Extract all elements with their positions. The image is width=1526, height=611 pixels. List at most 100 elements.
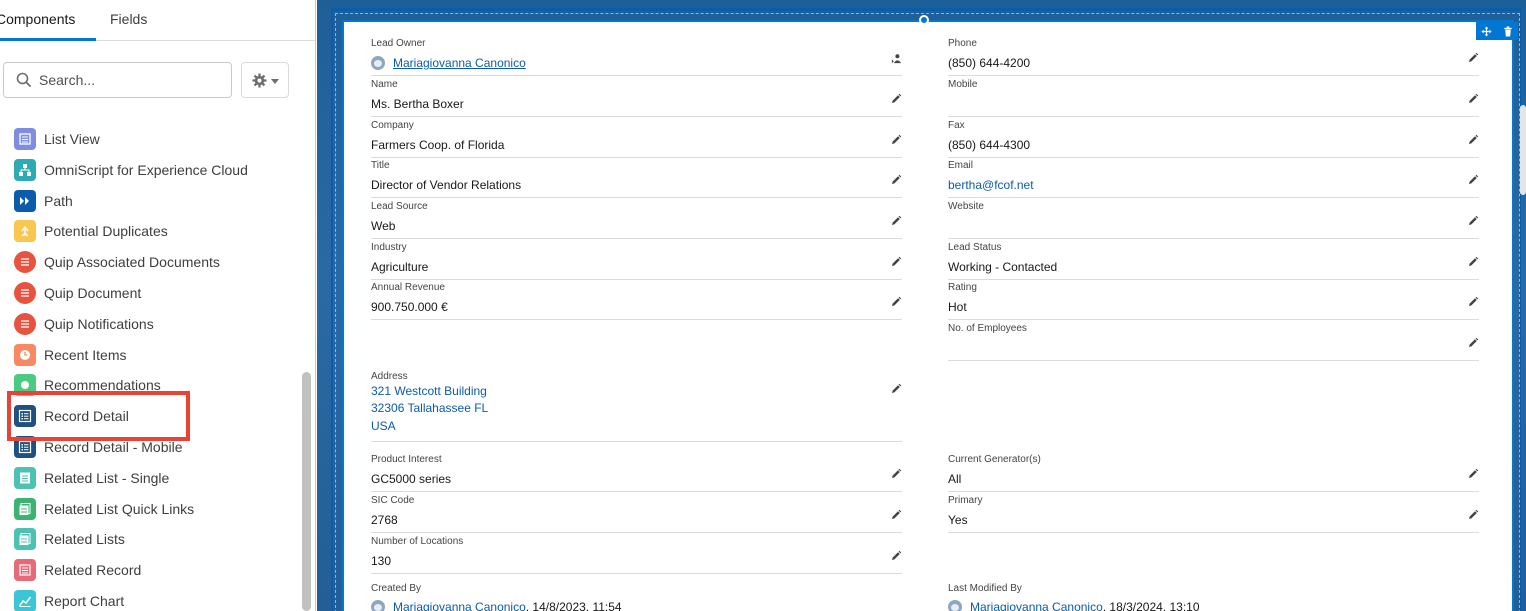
pencil-icon[interactable]	[890, 256, 902, 268]
scrollbar[interactable]	[302, 372, 311, 611]
pencil-icon[interactable]	[890, 215, 902, 227]
component-item[interactable]: Potential Duplicates	[0, 215, 300, 245]
field-label: Product Interest	[371, 454, 442, 465]
user-link[interactable]: Mariagiovanna Canonico	[393, 600, 526, 611]
component-label: Path	[44, 193, 73, 209]
pencil-icon[interactable]	[890, 550, 902, 562]
field-value: All	[948, 472, 962, 486]
field-value: (850) 644-4300	[948, 138, 1031, 152]
duplicates-icon	[14, 220, 36, 242]
change-owner-icon[interactable]	[891, 53, 902, 64]
pencil-icon[interactable]	[1467, 93, 1479, 105]
related-list-icon	[14, 498, 36, 520]
field-created-by: Created By Mariagiovanna Canonico, 14/8/…	[371, 583, 902, 611]
page-canvas: Lead Owner Mariagiovanna Canonico Name M…	[317, 0, 1526, 611]
field-label: Title	[371, 160, 390, 171]
component-item[interactable]: Quip Document	[0, 277, 300, 307]
component-item[interactable]: Related List Quick Links	[0, 493, 300, 523]
move-icon[interactable]	[1481, 25, 1492, 37]
field-company: Company Farmers Coop. of Florida	[371, 120, 902, 158]
component-label: Quip Document	[44, 285, 142, 301]
pencil-icon[interactable]	[890, 296, 902, 308]
field-lead-status: Lead Status Working - Contacted	[948, 242, 1479, 280]
field-primary: Primary Yes	[948, 495, 1479, 533]
field-annual-revenue: Annual Revenue 900.750.000 €	[371, 282, 902, 320]
pencil-icon[interactable]	[1467, 337, 1479, 349]
quip-icon	[14, 282, 36, 304]
field-label: Name	[371, 79, 398, 90]
address-line[interactable]: 32306 Tallahassee FL	[371, 401, 488, 415]
component-label: Related Record	[44, 562, 142, 578]
delete-icon[interactable]	[1503, 25, 1513, 37]
settings-menu-button[interactable]	[241, 62, 289, 98]
quip-icon	[14, 313, 36, 335]
field-label: Company	[371, 120, 414, 131]
quip-icon	[14, 251, 36, 273]
related-list-icon	[14, 467, 36, 489]
field-label: Website	[948, 201, 984, 212]
component-label: Quip Associated Documents	[44, 254, 220, 270]
field-label: Rating	[948, 282, 977, 293]
field-last-modified-by: Last Modified By Mariagiovanna Canonico,…	[948, 583, 1479, 611]
component-item[interactable]: Report Chart	[0, 585, 300, 611]
field-value: Hot	[948, 300, 967, 314]
component-item[interactable]: Recent Items	[0, 339, 300, 369]
pencil-icon[interactable]	[1467, 52, 1479, 64]
tab-fields[interactable]: Fields	[110, 0, 147, 41]
record-detail-component[interactable]: Lead Owner Mariagiovanna Canonico Name M…	[342, 20, 1514, 611]
pencil-icon[interactable]	[1467, 296, 1479, 308]
component-palette: Components Fields Search... List View Om…	[0, 0, 316, 611]
owner-name[interactable]: Mariagiovanna Canonico	[393, 56, 526, 70]
field-label: Fax	[948, 120, 965, 131]
field-value[interactable]: Mariagiovanna Canonico	[371, 55, 526, 71]
highlight-box	[7, 391, 190, 441]
pencil-icon[interactable]	[1467, 509, 1479, 521]
component-item[interactable]: List View	[0, 123, 300, 153]
pencil-icon[interactable]	[1467, 468, 1479, 480]
pencil-icon[interactable]	[890, 174, 902, 186]
field-value: Mariagiovanna Canonico, 14/8/2023, 11:54	[371, 600, 622, 611]
user-link[interactable]: Mariagiovanna Canonico	[970, 600, 1103, 611]
drop-target-dot[interactable]	[919, 15, 929, 25]
component-label: Related List Quick Links	[44, 501, 195, 517]
component-item[interactable]: Quip Notifications	[0, 308, 300, 338]
field-value: Farmers Coop. of Florida	[371, 138, 505, 152]
field-label: Last Modified By	[948, 583, 1022, 594]
component-label: Related List - Single	[44, 470, 170, 486]
chart-icon	[14, 590, 36, 611]
pencil-icon[interactable]	[890, 93, 902, 105]
pencil-icon[interactable]	[1467, 174, 1479, 186]
pencil-icon[interactable]	[1467, 215, 1479, 227]
address-line[interactable]: USA	[371, 419, 396, 433]
tab-components[interactable]: Components	[0, 0, 96, 41]
field-mobile: Mobile	[948, 79, 1479, 117]
pencil-icon[interactable]	[890, 509, 902, 521]
avatar	[948, 600, 962, 611]
email-link[interactable]: bertha@fcof.net	[948, 177, 1034, 193]
component-item[interactable]: Path	[0, 185, 300, 215]
scrollbar[interactable]	[1520, 105, 1526, 195]
pencil-icon[interactable]	[1467, 256, 1479, 268]
field-lead-owner: Lead Owner Mariagiovanna Canonico	[371, 38, 902, 76]
component-item[interactable]: Related Record	[0, 554, 300, 584]
component-item[interactable]: Related List - Single	[0, 462, 300, 492]
path-chevron-icon	[14, 190, 36, 212]
component-item[interactable]: OmniScript for Experience Cloud	[0, 154, 300, 184]
field-label: Lead Status	[948, 242, 1002, 253]
component-item[interactable]: Quip Associated Documents	[0, 246, 300, 276]
pencil-icon[interactable]	[890, 383, 902, 395]
avatar	[371, 56, 385, 70]
address-line[interactable]: 321 Westcott Building	[371, 384, 487, 398]
search-input[interactable]: Search...	[3, 62, 232, 98]
field-label: Current Generator(s)	[948, 454, 1041, 465]
pencil-icon[interactable]	[1467, 134, 1479, 146]
pencil-icon[interactable]	[890, 468, 902, 480]
component-item[interactable]: Related Lists	[0, 523, 300, 553]
list-view-icon	[14, 128, 36, 150]
field-value: 900.750.000 €	[371, 300, 448, 314]
field-value: Ms. Bertha Boxer	[371, 97, 464, 111]
field-phone: Phone (850) 644-4200	[948, 38, 1479, 76]
field-value: GC5000 series	[371, 472, 452, 486]
search-icon	[16, 72, 32, 88]
pencil-icon[interactable]	[890, 134, 902, 146]
